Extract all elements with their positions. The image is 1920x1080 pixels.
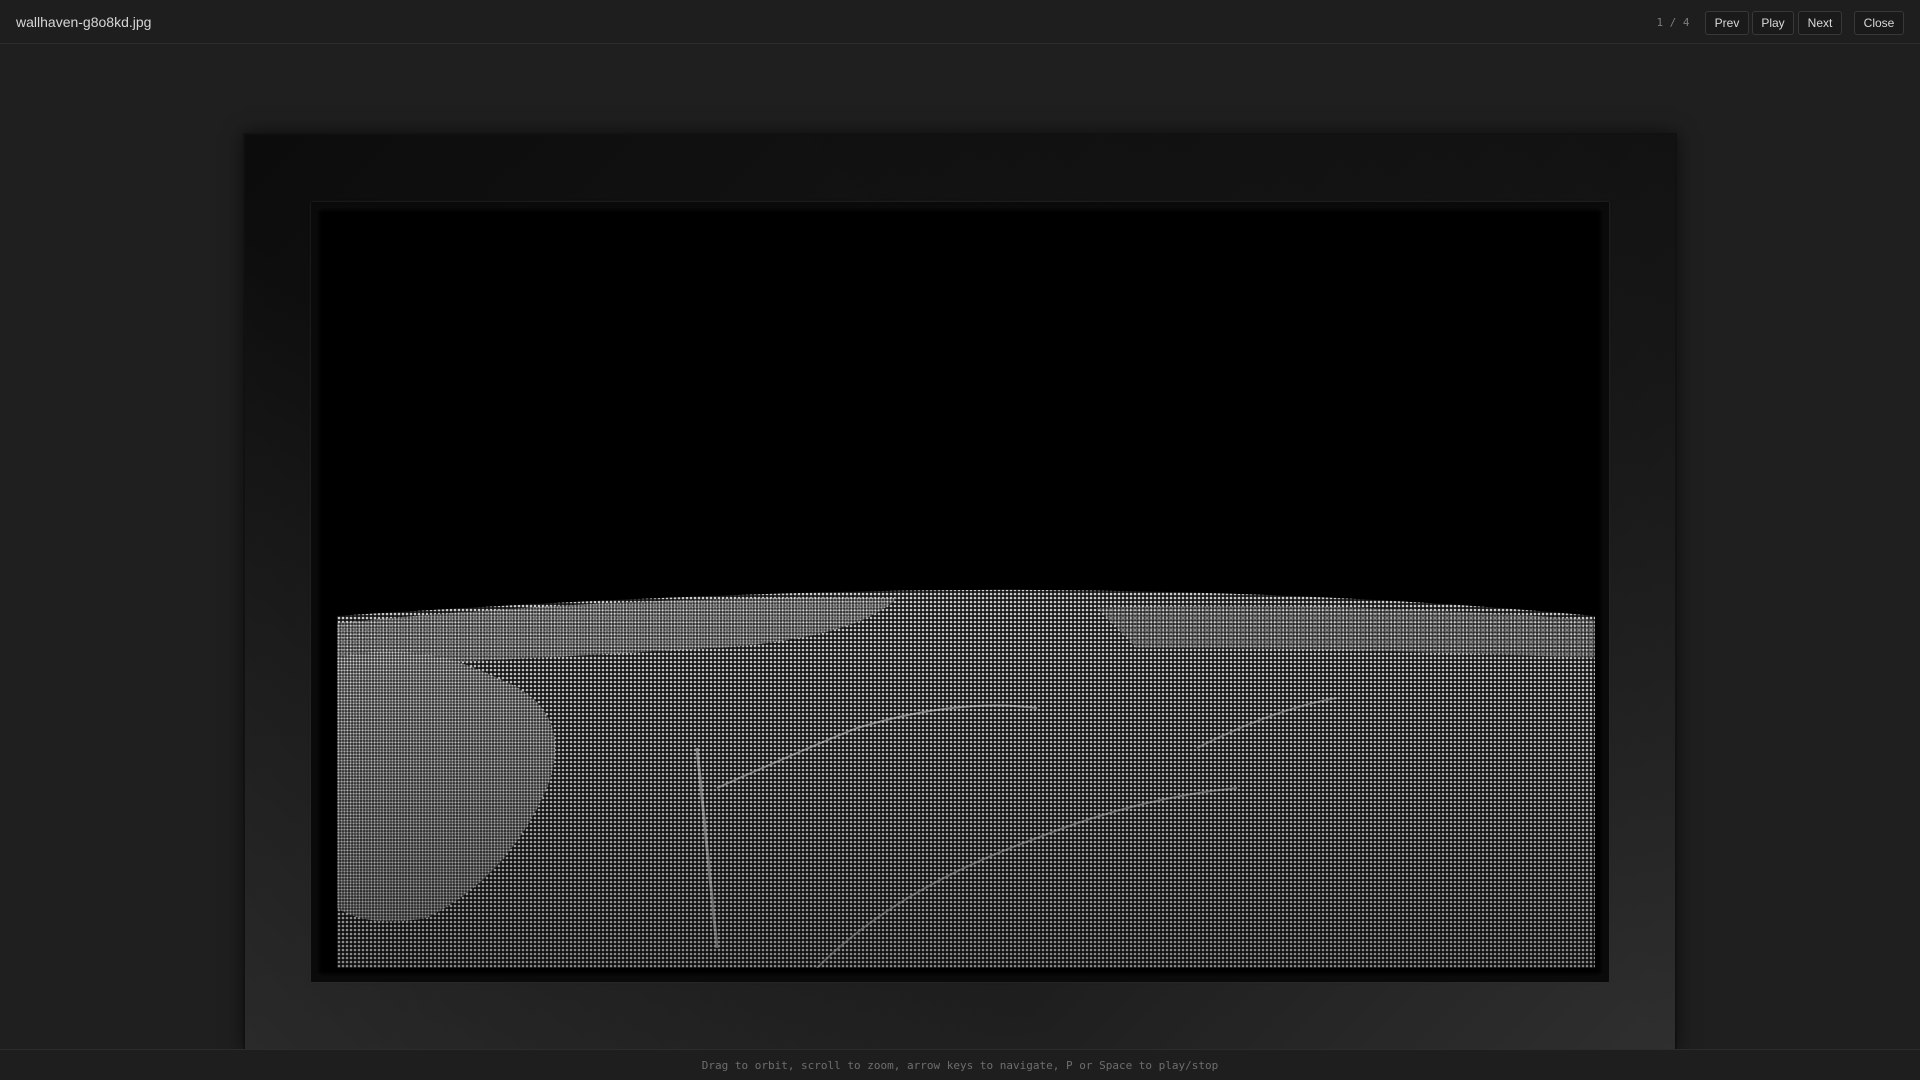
next-button[interactable]: Next — [1798, 11, 1842, 35]
point-cloud-landscape-icon — [337, 228, 1595, 968]
top-toolbar: wallhaven-g8o8kd.jpg 1 / 4 Prev Play Nex… — [0, 0, 1920, 44]
viewer-canvas[interactable] — [0, 45, 1920, 1051]
close-button[interactable]: Close — [1854, 11, 1904, 35]
bottom-hint-bar: Drag to orbit, scroll to zoom, arrow key… — [0, 1049, 1920, 1080]
image-filename: wallhaven-g8o8kd.jpg — [16, 14, 152, 30]
picture-mat — [311, 202, 1609, 982]
play-button[interactable]: Play — [1752, 11, 1794, 35]
prev-button[interactable]: Prev — [1705, 11, 1749, 35]
keyboard-hint: Drag to orbit, scroll to zoom, arrow key… — [701, 1059, 1219, 1072]
image-counter: 1 / 4 — [1656, 16, 1690, 29]
